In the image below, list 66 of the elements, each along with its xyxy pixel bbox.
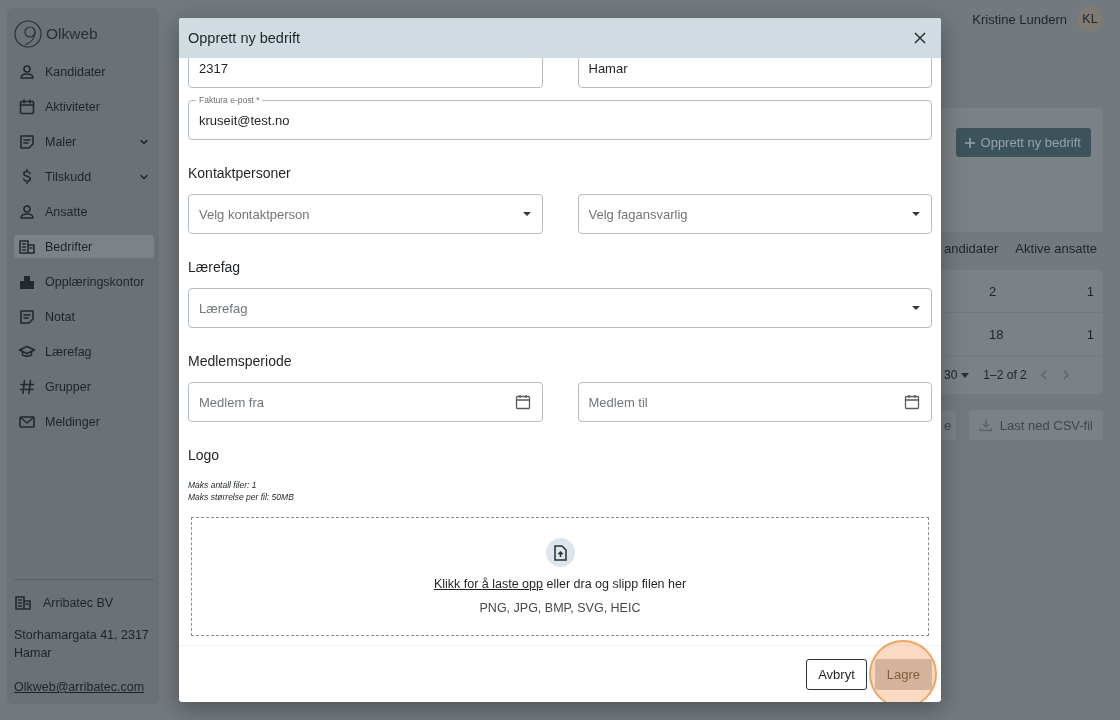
- sidebar-item[interactable]: Bedrifter: [14, 235, 154, 258]
- cancel-button[interactable]: Avbryt: [806, 658, 867, 690]
- sidebar-item[interactable]: Aktiviteter: [14, 95, 154, 118]
- upload-note: Maks størrelse per fil: 50MB: [188, 491, 295, 503]
- sidebar-item[interactable]: Maler: [14, 130, 154, 153]
- upload-link[interactable]: Klikk for å laste opp: [433, 577, 543, 591]
- upload-note: Maks antall filer: 1: [188, 479, 258, 491]
- hash-icon: [18, 377, 36, 396]
- email-link[interactable]: Olkweb@arribatec.com: [14, 680, 145, 694]
- select-field[interactable]: Lærefag: [188, 288, 932, 328]
- pagination-range: 1–2 of 2: [983, 368, 1027, 382]
- date-field[interactable]: Medlem fra: [188, 382, 543, 422]
- person-icon: [18, 62, 36, 81]
- sidebar-item[interactable]: Tilskudd: [14, 165, 154, 188]
- table-cell: 1: [1086, 326, 1094, 342]
- calendar-icon: [513, 393, 532, 411]
- section-heading: Logo: [188, 446, 221, 465]
- select-field[interactable]: Velg fagansvarlig: [577, 194, 932, 234]
- table-cell: 18: [989, 326, 1004, 342]
- column-header: andidater: [944, 240, 999, 256]
- organization-name: Arribatec BV: [43, 596, 114, 610]
- close-icon: [913, 31, 927, 45]
- sidebar-item[interactable]: Ansatte: [14, 200, 154, 223]
- building-icon: [14, 594, 32, 612]
- close-button[interactable]: [913, 31, 927, 45]
- logo-icon: [14, 20, 42, 48]
- sidebar-item[interactable]: Meldinger: [14, 410, 154, 433]
- person-icon: [18, 202, 36, 221]
- file-formats: PNG, JPG, BMP, SVG, HEIC: [479, 601, 641, 615]
- calendar-icon: [903, 393, 921, 411]
- sidebar-item[interactable]: Kandidater: [14, 60, 154, 83]
- date-field[interactable]: Medlem til: [577, 382, 932, 422]
- page-size-select[interactable]: 30: [944, 368, 958, 382]
- upload-instructions: Klikk for å laste opp eller dra og slipp filen her: [433, 577, 687, 591]
- dropdown-caret-icon[interactable]: [961, 372, 970, 378]
- input-field[interactable]: 2317: [188, 58, 543, 88]
- app-logo-text: Olkweb: [46, 25, 98, 43]
- note-icon: [18, 132, 36, 151]
- create-company-button[interactable]: Opprett ny bedrift: [955, 128, 1091, 157]
- section-heading: Medlemsperiode: [188, 352, 293, 371]
- sidebar-item[interactable]: Grupper: [14, 375, 154, 398]
- dropdown-caret-icon: [911, 305, 921, 311]
- upload-dropzone[interactable]: Klikk for å laste opp eller dra og slipp filen her PNG, JPG, BMP, SVG, HEIC: [191, 517, 929, 636]
- download-csv-button[interactable]: Last ned CSV-fil: [968, 410, 1103, 440]
- dialog-title: Opprett ny bedrift: [188, 30, 301, 46]
- column-header: Aktive ansatte: [1015, 240, 1097, 256]
- sidebar-item[interactable]: Notat: [14, 305, 154, 328]
- dropdown-caret-icon: [911, 211, 921, 217]
- sidebar-item[interactable]: Lærefag: [14, 340, 154, 363]
- organization-address: Storhamargata 41, 2317 Hamar: [14, 627, 150, 662]
- download-icon: [978, 418, 993, 432]
- note-icon: [18, 307, 36, 326]
- section-heading: Lærefag: [188, 258, 242, 277]
- dropdown-caret-icon: [521, 211, 532, 217]
- user-name: Kristine Lundern: [972, 11, 1067, 27]
- section-heading: Kontaktpersoner: [188, 164, 292, 183]
- input-field[interactable]: Hamar: [577, 58, 932, 88]
- user-avatar[interactable]: KL: [1077, 6, 1103, 32]
- building-icon: [18, 237, 36, 256]
- sidebar-item[interactable]: Opplæringskontor: [14, 270, 154, 293]
- file-upload-icon: [545, 538, 575, 567]
- calendar-icon: [18, 97, 36, 116]
- select-field[interactable]: Velg kontaktperson: [188, 194, 543, 234]
- table-cell: 1: [1086, 283, 1094, 299]
- plus-icon: [963, 136, 976, 149]
- table-cell: 2: [989, 283, 997, 299]
